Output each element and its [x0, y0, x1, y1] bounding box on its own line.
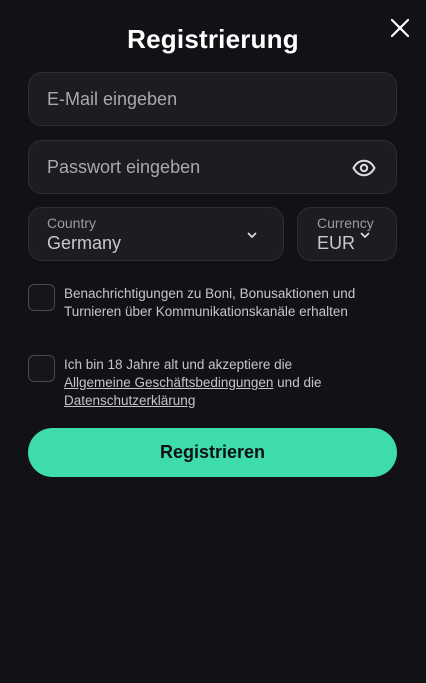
country-select[interactable]: Country Germany — [28, 207, 284, 261]
terms-prefix: Ich bin 18 Jahre alt und akzeptiere die — [64, 357, 293, 372]
terms-consent-text: Ich bin 18 Jahre alt und akzeptiere die A… — [64, 356, 397, 410]
terms-consent-checkbox[interactable] — [28, 355, 55, 382]
bonus-consent-text: Benachrichtigungen zu Boni, Bonusaktione… — [64, 286, 356, 319]
terms-link[interactable]: Allgemeine Geschäftsbedingungen — [64, 375, 273, 390]
register-button[interactable]: Registrieren — [28, 428, 397, 477]
country-value: Germany — [47, 233, 122, 253]
email-field[interactable] — [29, 73, 396, 125]
currency-select[interactable]: Currency EUR — [297, 207, 397, 261]
modal-title: Registrierung — [127, 24, 299, 54]
bonus-consent-checkbox[interactable] — [28, 284, 55, 311]
terms-middle: und die — [277, 375, 322, 390]
chevron-down-icon — [247, 232, 257, 238]
country-label: Country — [47, 215, 97, 231]
chevron-down-icon — [360, 232, 370, 238]
password-field[interactable] — [29, 141, 396, 193]
email-field-wrapper — [28, 72, 397, 126]
password-field-wrapper — [28, 140, 397, 194]
currency-value: EUR — [317, 233, 356, 253]
privacy-link[interactable]: Datenschutzerklärung — [64, 393, 195, 408]
eye-icon[interactable] — [352, 156, 376, 180]
